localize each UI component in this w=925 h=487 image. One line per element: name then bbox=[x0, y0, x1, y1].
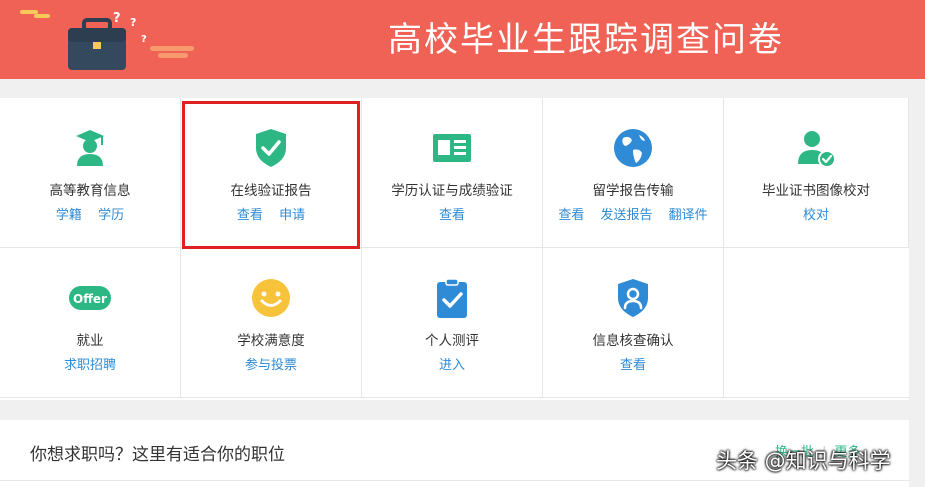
svg-text:?: ? bbox=[113, 11, 121, 26]
service-title: 高等教育信息 bbox=[49, 183, 131, 199]
service-title: 学历认证与成绩验证 bbox=[391, 183, 513, 199]
service-title: 留学报告传输 bbox=[592, 183, 674, 199]
watermark: 头条 @知识与科学 bbox=[716, 449, 891, 473]
header-banner: ? ? ? 高校毕业生跟踪调查问卷 bbox=[0, 0, 925, 79]
service-grid: 高等教育信息 学籍 学历 在线验证报告 查看 申请 学历认证与成绩验证 查看 留… bbox=[0, 98, 909, 400]
service-card-degree-grade-verify[interactable]: 学历认证与成绩验证 查看 bbox=[362, 98, 543, 248]
service-card-school-satisfaction[interactable]: 学校满意度 参与投票 bbox=[181, 248, 362, 398]
link-xueji[interactable]: 学籍 bbox=[56, 208, 82, 223]
service-title: 学校满意度 bbox=[237, 333, 305, 349]
empty-cell bbox=[724, 248, 909, 398]
briefcase-illustration-icon: ? ? ? bbox=[20, 10, 194, 70]
banner-title: 高校毕业生跟踪调查问卷 bbox=[388, 20, 784, 60]
service-title: 毕业证书图像校对 bbox=[762, 183, 870, 199]
link-translation[interactable]: 翻译件 bbox=[669, 208, 708, 223]
service-card-info-verify-confirm[interactable]: 信息核查确认 查看 bbox=[543, 248, 724, 398]
service-title: 信息核查确认 bbox=[592, 333, 674, 349]
globe-icon bbox=[611, 126, 655, 170]
svg-text:?: ? bbox=[130, 16, 136, 29]
service-card-employment[interactable]: Offer 就业 求职招聘 bbox=[0, 248, 181, 398]
job-section-title: 你想求职吗？这里有适合你的职位 bbox=[30, 445, 285, 465]
link-view-confirm[interactable]: 查看 bbox=[620, 358, 646, 373]
graduate-icon bbox=[68, 126, 112, 170]
link-proofread[interactable]: 校对 bbox=[803, 208, 829, 223]
offer-icon: Offer bbox=[68, 276, 112, 320]
highlight-box bbox=[182, 101, 360, 249]
divider bbox=[0, 480, 909, 481]
service-card-higher-edu-info[interactable]: 高等教育信息 学籍 学历 bbox=[0, 98, 181, 248]
link-enter[interactable]: 进入 bbox=[439, 358, 465, 373]
link-view-abroad[interactable]: 查看 bbox=[558, 208, 584, 223]
link-vote[interactable]: 参与投票 bbox=[245, 358, 297, 373]
offer-icon-text: Offer bbox=[73, 292, 107, 306]
service-card-diploma-image-check[interactable]: 毕业证书图像校对 校对 bbox=[724, 98, 909, 248]
id-card-icon bbox=[430, 126, 474, 170]
svg-text:?: ? bbox=[141, 34, 147, 45]
link-job-recruit[interactable]: 求职招聘 bbox=[64, 358, 116, 373]
service-card-study-abroad-report[interactable]: 留学报告传输 查看 发送报告 翻译件 bbox=[543, 98, 724, 248]
smiley-icon bbox=[249, 276, 293, 320]
service-title: 个人测评 bbox=[425, 333, 479, 349]
link-send-report[interactable]: 发送报告 bbox=[600, 208, 652, 223]
clipboard-check-icon bbox=[430, 276, 474, 320]
service-title: 就业 bbox=[76, 333, 104, 349]
user-check-icon bbox=[794, 126, 838, 170]
link-xueli[interactable]: 学历 bbox=[98, 208, 124, 223]
shield-user-icon bbox=[611, 276, 655, 320]
service-card-personal-assessment[interactable]: 个人测评 进入 bbox=[362, 248, 543, 398]
link-view-verify[interactable]: 查看 bbox=[439, 208, 465, 223]
